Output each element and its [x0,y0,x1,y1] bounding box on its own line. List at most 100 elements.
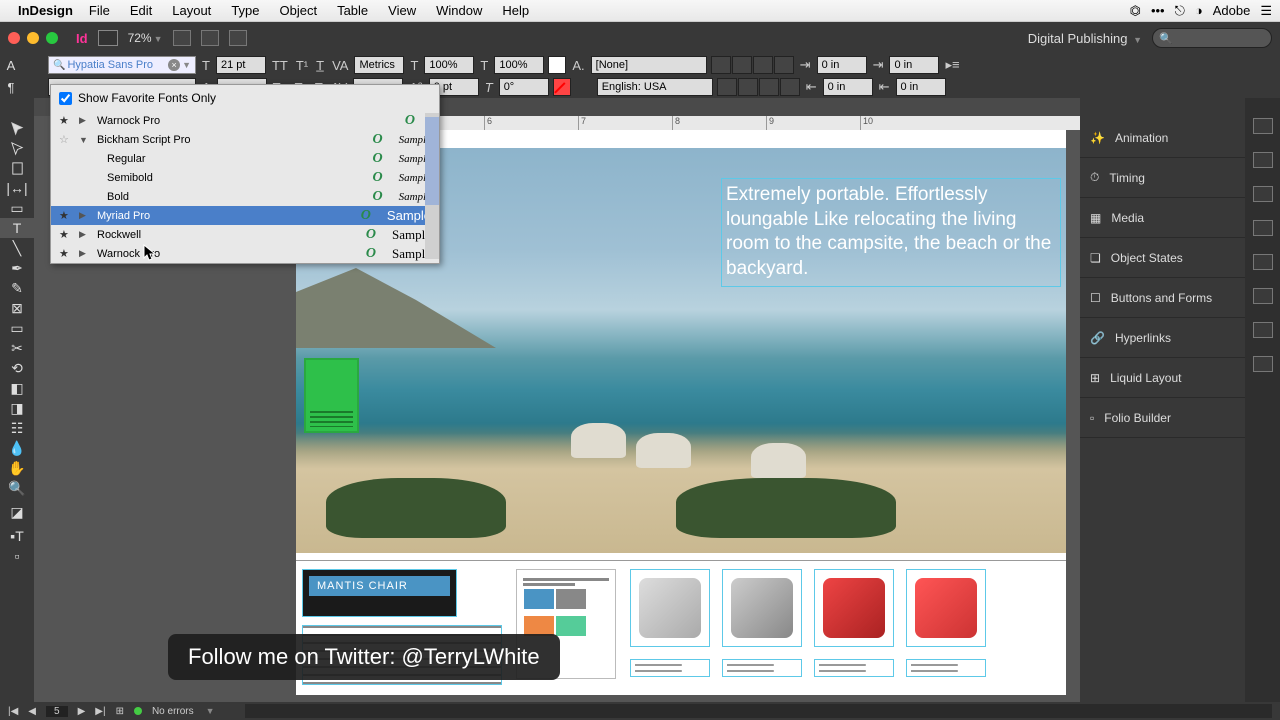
menu-table[interactable]: Table [337,3,368,18]
font-family-input[interactable]: 🔍 Hypatia Sans Pro × ▼ [48,56,196,74]
panel-buttons-forms[interactable]: ☐Buttons and Forms [1080,278,1245,318]
language-select[interactable]: English: USA [597,78,713,96]
left-indent-input[interactable]: 0 in [817,56,867,74]
expand-arrow-icon[interactable]: ▶ [79,229,89,240]
panel-liquid-layout[interactable]: ⊞Liquid Layout [1080,358,1245,398]
app-menu[interactable]: InDesign [18,3,73,18]
collapsed-panel-icon[interactable] [1253,220,1273,236]
favorite-star-icon[interactable] [59,133,71,146]
paragraph-align-buttons[interactable] [711,56,794,74]
lastline-indent-input[interactable]: 0 in [896,78,946,96]
workspace-switcher[interactable]: Digital Publishing ▼ [1028,31,1142,46]
body-text-frame[interactable]: Extremely portable. Effortlessly loungab… [721,178,1061,287]
horizontal-scrollbar[interactable] [245,704,1272,718]
superscript-button[interactable]: T¹ [296,58,308,73]
zoom-tool[interactable]: 🔍 [0,478,34,498]
panel-timing[interactable]: ⏱Timing [1080,158,1245,198]
next-page-button[interactable]: ▶ [78,706,86,717]
menu-type[interactable]: Type [231,3,259,18]
expand-arrow-icon[interactable]: ▶ [79,210,89,221]
prev-page-button[interactable]: ◀ [28,706,36,717]
zoom-window-button[interactable] [46,32,58,44]
hand-tool[interactable]: ✋ [0,458,34,478]
free-transform-tool[interactable]: ⟲ [0,358,34,378]
charstyle-select[interactable]: [None] [591,56,707,74]
rectangle-tool[interactable]: ▭ [0,318,34,338]
fill-stroke-swatch[interactable]: ◪ [0,498,34,526]
underline-button[interactable]: T̲ [316,58,324,73]
arrange-button[interactable] [229,30,247,46]
selection-tool[interactable] [0,118,34,138]
panel-object-states[interactable]: ❏Object States [1080,238,1245,278]
vscale-input[interactable]: 100% [424,56,474,74]
menubar-list-icon[interactable]: ☰ [1260,3,1272,19]
collapsed-panel-icon[interactable] [1253,288,1273,304]
product-thumb[interactable] [722,569,802,647]
open-button[interactable]: ⊞ [116,706,124,717]
menu-object[interactable]: Object [280,3,318,18]
collapsed-panel-icon[interactable] [1253,322,1273,338]
menu-file[interactable]: File [89,3,110,18]
eyedropper-tool[interactable]: 💧 [0,438,34,458]
collapsed-panel-icon[interactable] [1253,152,1273,168]
font-family-row[interactable]: ▶Warnock ProO [51,111,439,130]
panel-folio-builder[interactable]: ▫Folio Builder [1080,398,1245,438]
placed-object[interactable] [304,358,359,433]
paragraph-align-buttons-2[interactable] [717,78,800,96]
menubar-extra-icon[interactable]: ⏣ [1130,3,1141,19]
menu-edit[interactable]: Edit [130,3,152,18]
bridge-button[interactable] [98,30,118,46]
pencil-tool[interactable]: ✎ [0,278,34,298]
product-label[interactable] [722,659,802,677]
pen-tool[interactable]: ✒ [0,258,34,278]
menu-window[interactable]: Window [436,3,482,18]
menu-layout[interactable]: Layout [172,3,211,18]
product-label[interactable] [906,659,986,677]
right-indent-input[interactable]: 0 in [823,78,873,96]
page-tool[interactable] [0,158,34,178]
rectangle-frame-tool[interactable]: ⊠ [0,298,34,318]
menu-help[interactable]: Help [502,3,529,18]
note-tool[interactable]: ☷ [0,418,34,438]
preflight-status[interactable]: No errors [152,706,194,717]
firstline-indent-input[interactable]: 0 in [889,56,939,74]
skew-input[interactable]: 0° [499,78,549,96]
product-thumb[interactable] [814,569,894,647]
expand-arrow-icon[interactable]: ▼ [79,135,89,145]
apply-color-button[interactable]: ▪T [0,526,34,546]
kerning-input[interactable]: Metrics [354,56,404,74]
direct-selection-tool[interactable] [0,138,34,158]
line-tool[interactable]: ╲ [0,238,34,258]
minimize-window-button[interactable] [27,32,39,44]
hscale-input[interactable]: 100% [494,56,544,74]
collapsed-panel-icon[interactable] [1253,356,1273,372]
collapsed-panel-icon[interactable] [1253,186,1273,202]
stroke-swatch[interactable] [553,78,571,96]
help-search-input[interactable]: 🔍 [1152,28,1272,48]
zoom-level[interactable]: 72%▼ [128,31,163,45]
menubar-extra-icon[interactable]: ⎋ [1175,3,1185,19]
gradient-feather-tool[interactable]: ◨ [0,398,34,418]
type-tool[interactable]: T [0,218,34,238]
screen-mode-button[interactable] [201,30,219,46]
last-page-button[interactable]: ▶| [95,706,105,717]
product-label[interactable] [814,659,894,677]
collapsed-panel-icon[interactable] [1253,254,1273,270]
character-mode-button[interactable]: A [0,54,22,76]
first-page-button[interactable]: |◀ [8,706,18,717]
collapsed-panel-icon[interactable] [1253,118,1273,134]
allcaps-button[interactable]: TT [272,58,288,73]
close-window-button[interactable] [8,32,20,44]
gap-tool[interactable]: |↔| [0,178,34,198]
panel-menu-icon[interactable]: ▸≡ [945,57,959,73]
fill-swatch[interactable] [548,56,566,74]
font-family-row[interactable]: ▶Warnock ProOSample [51,244,439,263]
favorite-star-icon[interactable] [59,247,71,260]
clear-icon[interactable]: × [168,59,180,71]
gradient-swatch-tool[interactable]: ◧ [0,378,34,398]
expand-arrow-icon[interactable]: ▶ [79,115,89,126]
favorite-fonts-checkbox[interactable] [59,92,72,105]
content-collector-tool[interactable]: ▭ [0,198,34,218]
product-thumb[interactable] [630,569,710,647]
font-style-row[interactable]: BoldOSample [51,187,439,206]
